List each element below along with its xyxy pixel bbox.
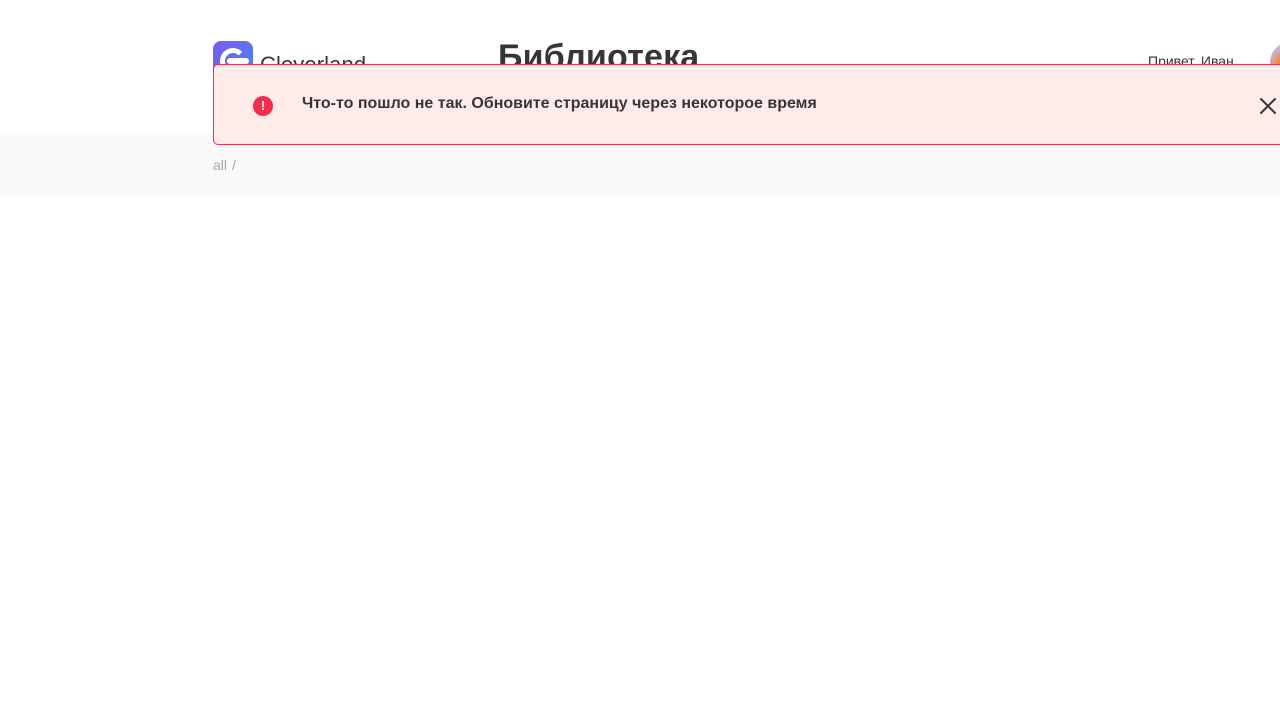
error-message: Что-то пошло не так. Обновите страницу ч… xyxy=(302,95,817,112)
alert-circle-icon: ! xyxy=(253,96,273,116)
breadcrumb-separator: / xyxy=(232,157,236,173)
error-toast: ! Что-то пошло не так. Обновите страницу… xyxy=(213,64,1280,145)
breadcrumb: all / xyxy=(213,157,236,173)
close-icon[interactable] xyxy=(1258,96,1278,116)
breadcrumb-item-all[interactable]: all xyxy=(213,157,227,173)
